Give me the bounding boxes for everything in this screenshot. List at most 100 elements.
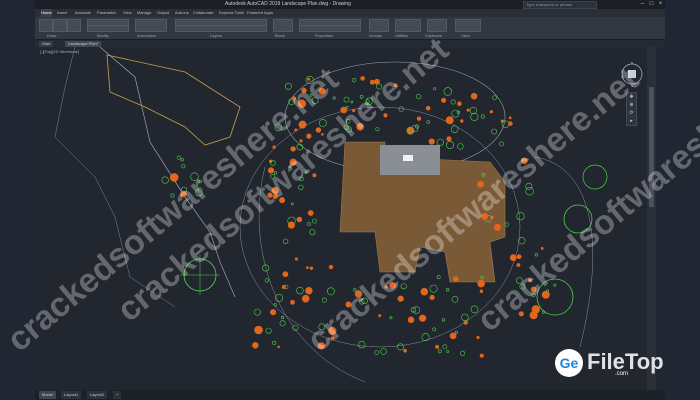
tab-add-ins[interactable]: Add-ins [175,9,189,17]
plant-symbol [290,202,294,206]
plant-symbol [446,350,450,353]
tab-layout2[interactable]: Layout2 [87,391,108,399]
add-layout-button[interactable]: + [113,391,122,399]
plant-symbol [433,87,437,91]
plant-symbol [380,348,387,355]
plant-symbol [252,342,259,349]
circle-button[interactable] [67,19,81,32]
plant-symbol [180,158,184,162]
plant-symbol [516,254,522,260]
text-button[interactable] [135,19,167,32]
plant-symbol [426,120,430,124]
plant-symbol [301,294,310,303]
plant-symbol [435,344,440,349]
plant-symbol [432,327,437,332]
panel-modify-label: Modify [97,33,109,38]
plant-symbol [441,97,447,103]
plant-symbol [281,285,286,290]
tab-home[interactable]: Home [41,9,52,17]
plant-symbol [358,340,366,349]
plant-symbol [451,296,459,303]
linetype-dropdown[interactable] [299,25,361,32]
tab-parametric[interactable]: Parametric [97,9,116,17]
plant-symbol [451,125,459,133]
plant-symbol [492,95,497,101]
polyline-button[interactable] [53,19,67,32]
panel-annotation-label: Annotation [137,33,157,38]
insert-block-button[interactable] [273,19,293,32]
plant-symbol [290,299,295,305]
plant-symbol [442,318,446,322]
tab-featured-apps[interactable]: Featured Apps [247,9,273,17]
tab-output[interactable]: Output [157,9,169,17]
plant-symbol [253,308,261,316]
plant-symbol [281,315,285,320]
line-button[interactable] [39,19,53,32]
plant-symbol [307,210,314,216]
tree-circle [582,164,608,190]
viewport-controls[interactable]: [-][Top][2D Wireframe] [40,49,79,54]
plant-symbol [421,333,430,342]
plant-symbol [429,284,438,293]
copy-button[interactable] [87,25,129,32]
plant-symbol [416,93,422,100]
plant-symbol [270,309,277,316]
logo-sub: .com [615,371,629,377]
plant-symbol [282,271,289,278]
plant-symbol [307,222,311,226]
plant-symbol [436,275,441,280]
plant-symbol [305,266,309,270]
logo-badge-icon: Ge [555,349,583,377]
measure-button[interactable] [395,19,421,32]
panel-layers-label: Layers [210,33,223,38]
plant-symbol [360,76,365,81]
plant-symbol [453,276,459,282]
viewcube-n: N [631,61,633,65]
tab-insert[interactable]: Insert [57,9,67,17]
close-button[interactable]: × [656,0,665,9]
minimize-button[interactable]: – [638,0,647,9]
plant-symbol [429,294,435,300]
tab-express-tools[interactable]: Express Tools [219,9,244,17]
tab-annotate[interactable]: Annotate [75,9,91,17]
plant-symbol [419,314,427,322]
plant-symbol [273,303,277,307]
plant-symbol [450,99,456,105]
plant-symbol [309,266,314,270]
filetop-logo: Ge FileTop .com [555,343,685,383]
plant-symbol [287,221,295,229]
structure-outline [106,54,241,146]
maximize-button[interactable]: □ [647,0,656,9]
vertical-scrollbar[interactable] [647,47,656,390]
plant-symbol [504,222,509,227]
tab-model[interactable]: Model [39,391,56,399]
showmotion-icon[interactable]: ▸ [627,117,636,125]
layer-tools[interactable] [175,25,267,32]
tab-layout1[interactable]: Layout1 [61,391,82,399]
orbit-icon[interactable]: ⟳ [627,109,636,117]
plant-symbol [463,320,468,325]
search-input[interactable]: Type a keyword or phrase [523,1,597,9]
group-button[interactable] [369,19,389,32]
tab-collaborate[interactable]: Collaborate [193,9,213,17]
plant-symbol [272,340,277,345]
panel-groups-label: Groups [369,33,383,38]
tab-manage[interactable]: Manage [137,9,151,17]
plant-symbol [498,141,504,147]
plant-symbol [445,141,454,150]
plant-symbol [445,288,450,292]
plant-symbol [454,330,459,335]
plant-symbol [493,223,501,231]
plant-symbol [466,108,470,112]
plant-symbol [294,257,299,261]
view-button[interactable] [455,19,481,32]
plant-symbol [457,143,464,150]
plant-symbol [428,138,435,145]
plant-symbol [312,218,317,224]
plant-symbol [443,87,452,96]
autocad-window: Autodesk AutoCAD 2019 Landscape Plan.dwg… [0,0,700,400]
tab-view[interactable]: View [123,9,132,17]
plant-symbol [489,110,493,114]
plant-symbol [518,237,526,245]
plant-symbol [181,164,186,169]
